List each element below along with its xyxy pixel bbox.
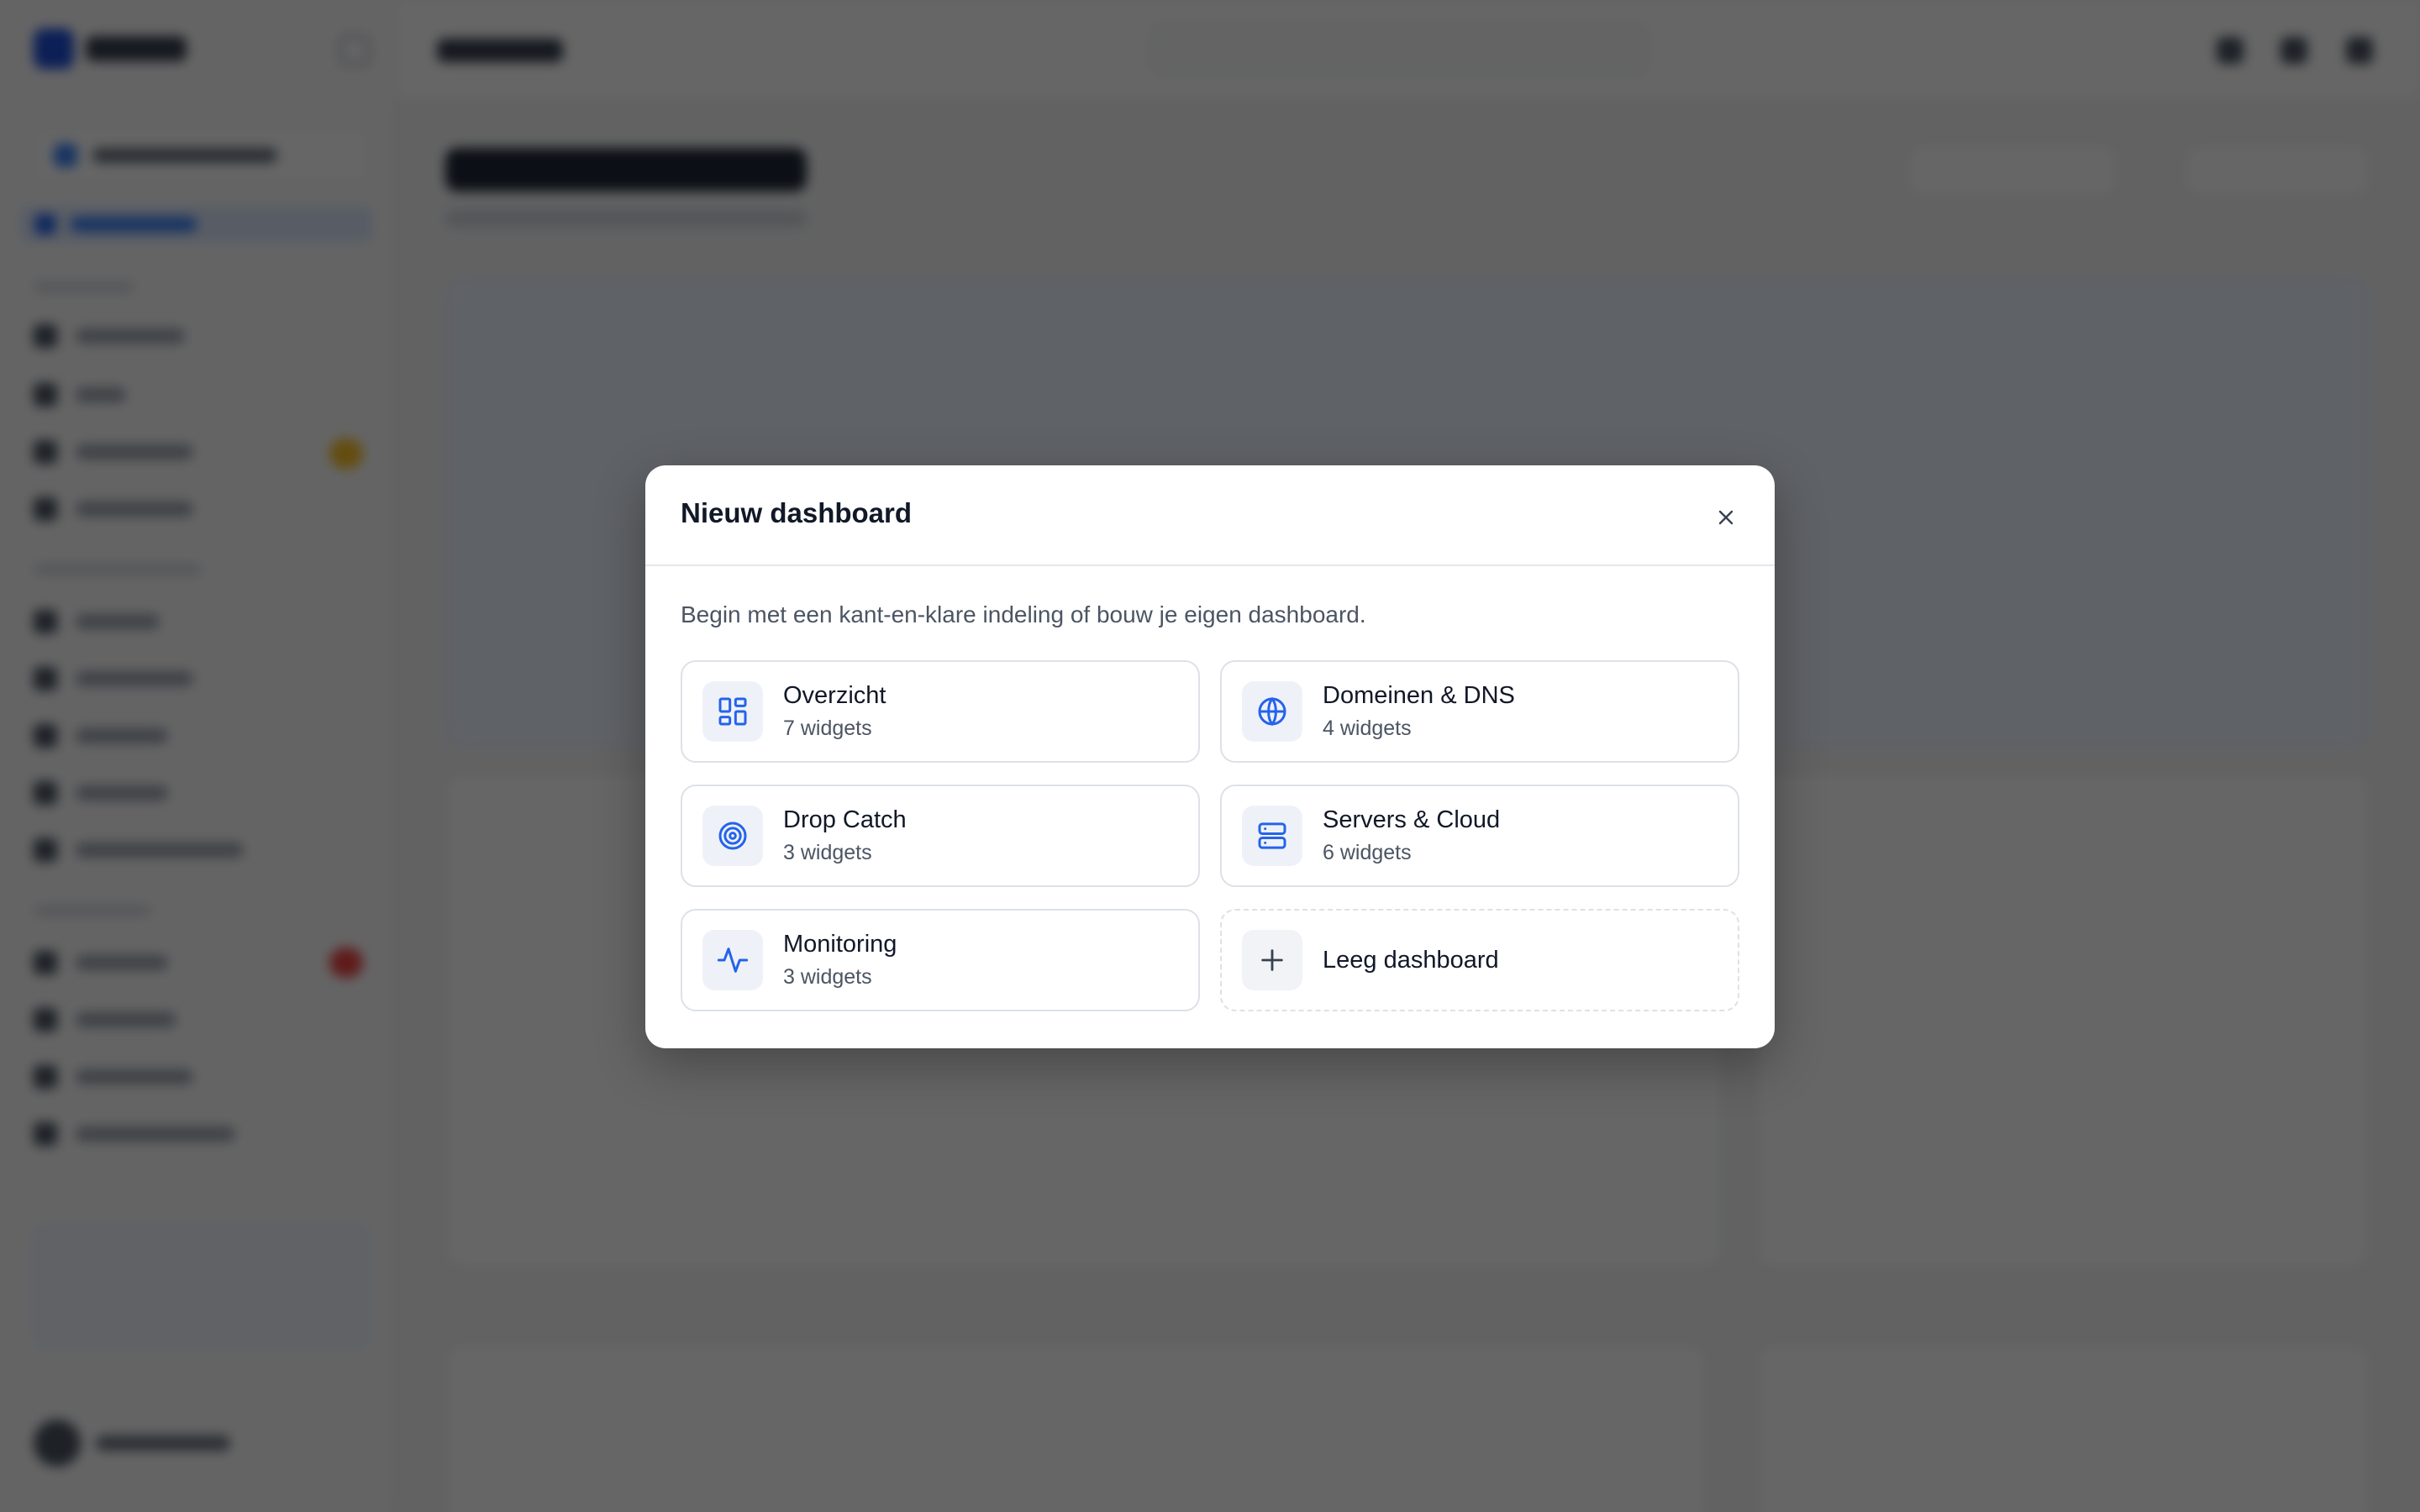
template-option-overzicht[interactable]: Overzicht 7 widgets (681, 660, 1200, 763)
template-name: Drop Catch (783, 806, 907, 833)
template-option-drop-catch[interactable]: Drop Catch 3 widgets (681, 785, 1200, 887)
target-icon (718, 822, 747, 850)
dialog-description: Begin met een kant-en-klare indeling of … (681, 601, 1366, 627)
plus-icon (1261, 949, 1283, 971)
activity-icon (717, 948, 749, 973)
new-dashboard-dialog: Nieuw dashboard Begin met een kant-en-kl… (645, 465, 1775, 1048)
template-option-monitoring[interactable]: Monitoring 3 widgets (681, 909, 1200, 1011)
template-option-empty-dashboard[interactable]: Leeg dashboard (1220, 909, 1739, 1011)
template-widget-count: 3 widgets (783, 841, 872, 864)
template-widget-count: 7 widgets (783, 717, 872, 740)
template-option-domeinen-dns[interactable]: Domeinen & DNS 4 widgets (1220, 660, 1739, 763)
server-icon (1258, 822, 1286, 849)
close-icon (1718, 510, 1733, 525)
template-grid: Overzicht 7 widgets Domeinen & DNS 4 wid… (681, 660, 1739, 1011)
template-widget-count: 3 widgets (783, 965, 872, 989)
template-name: Monitoring (783, 931, 897, 958)
template-name: Leeg dashboard (1323, 946, 1499, 974)
template-name: Overzicht (783, 682, 886, 709)
close-button[interactable] (1709, 501, 1743, 534)
dialog-header: Nieuw dashboard (645, 465, 1775, 566)
layout-grid-icon (718, 697, 747, 726)
template-name: Servers & Cloud (1323, 806, 1501, 833)
globe-icon (1258, 696, 1286, 727)
dialog-title: Nieuw dashboard (681, 497, 913, 528)
template-widget-count: 6 widgets (1323, 841, 1412, 864)
template-option-servers-cloud[interactable]: Servers & Cloud 6 widgets (1220, 785, 1739, 887)
template-name: Domeinen & DNS (1323, 682, 1515, 709)
template-widget-count: 4 widgets (1323, 717, 1412, 740)
